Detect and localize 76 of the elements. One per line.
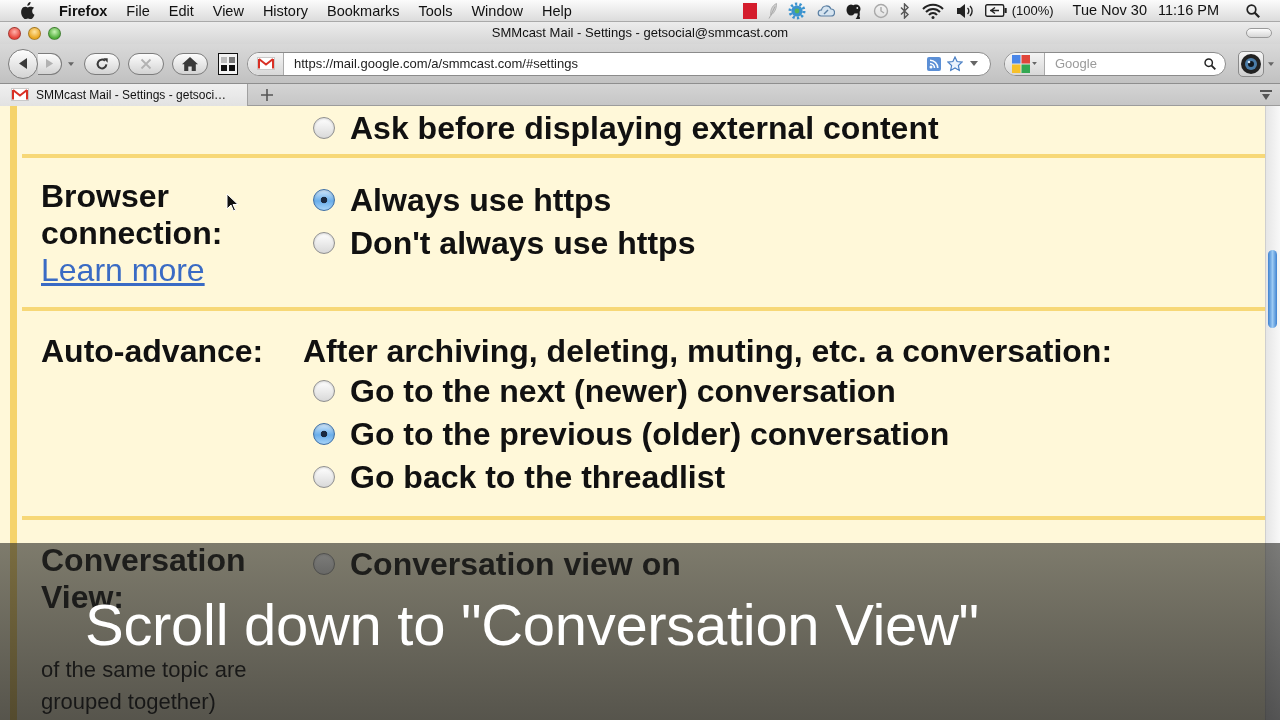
app-square-icon[interactable] xyxy=(742,2,757,19)
color-blocks-icon[interactable] xyxy=(1012,54,1030,73)
option-label[interactable]: Go to the next (newer) conversation xyxy=(350,370,896,411)
cloud-icon[interactable] xyxy=(816,2,835,19)
star-icon[interactable] xyxy=(947,55,963,72)
caret-icon[interactable] xyxy=(970,61,978,66)
left-triangle-icon xyxy=(18,58,28,69)
gear-icon[interactable] xyxy=(787,1,806,20)
option-label[interactable]: Don't always use https xyxy=(350,222,696,263)
reload-button[interactable] xyxy=(84,52,120,75)
toolbar-toggle-button[interactable] xyxy=(1246,28,1272,38)
menu-item[interactable]: Help xyxy=(542,0,572,22)
close-button[interactable] xyxy=(8,26,21,40)
radio-button[interactable] xyxy=(313,465,335,488)
search-bar[interactable]: Google xyxy=(1004,51,1226,76)
menu-item[interactable]: Window xyxy=(471,0,523,22)
address-bar[interactable]: https://mail.google.com/a/smmcast.com/#settings xyxy=(247,51,991,76)
setting-label: Auto-advance: xyxy=(41,333,264,369)
home-icon xyxy=(182,56,198,71)
elephant-icon[interactable] xyxy=(845,2,862,19)
grid-icon[interactable] xyxy=(218,52,238,75)
radio-button[interactable] xyxy=(313,422,335,445)
hint-text: of the same topic are grouped together) xyxy=(41,656,248,716)
tab-list-icon[interactable] xyxy=(1260,88,1272,101)
minimize-button[interactable] xyxy=(28,26,41,40)
speaker-icon[interactable] xyxy=(955,2,974,19)
wifi-icon[interactable] xyxy=(920,2,945,19)
menu-item[interactable]: Edit xyxy=(168,0,194,22)
menu-item[interactable]: Firefox xyxy=(59,0,108,22)
envelope-icon[interactable] xyxy=(256,57,275,70)
search-field[interactable]: Google xyxy=(1045,53,1204,74)
menu-item[interactable]: View xyxy=(212,0,244,22)
envelope-icon xyxy=(11,88,29,101)
menu-item[interactable]: Bookmarks xyxy=(327,0,400,22)
battery-percentage: (100%) xyxy=(1011,1,1054,20)
extension-button[interactable] xyxy=(1238,50,1264,77)
radio-button[interactable] xyxy=(313,379,335,402)
option-label[interactable]: Conversation view on xyxy=(350,543,681,584)
browser-tab[interactable]: SMMcast Mail - Settings - getsoci… xyxy=(0,83,248,106)
battery-icon[interactable] xyxy=(984,4,1007,17)
option-label[interactable]: Go to the previous (older) conversation xyxy=(350,413,950,454)
radio-button[interactable] xyxy=(313,117,335,139)
option-label[interactable]: Go back to the threadlist xyxy=(350,456,726,497)
scrollbar-thumb[interactable] xyxy=(1268,250,1277,328)
search-icon[interactable] xyxy=(1246,3,1260,18)
caret-icon[interactable] xyxy=(1032,62,1037,65)
menu-item[interactable]: History xyxy=(262,0,308,22)
rss-icon[interactable] xyxy=(927,56,941,71)
radio-button[interactable] xyxy=(313,188,335,211)
zoom-button[interactable] xyxy=(48,26,61,40)
option-label[interactable]: Always use https xyxy=(350,179,612,220)
plus-icon[interactable] xyxy=(261,88,273,101)
caret-icon[interactable] xyxy=(68,61,74,66)
search-icon[interactable] xyxy=(1204,57,1216,70)
caret-icon[interactable] xyxy=(1268,61,1274,66)
radio-button[interactable] xyxy=(313,552,335,575)
radio-button[interactable] xyxy=(313,231,335,254)
home-button[interactable] xyxy=(172,52,208,75)
cross-icon xyxy=(140,57,152,70)
menu-item[interactable]: File xyxy=(126,0,150,22)
bluetooth-icon[interactable] xyxy=(899,2,910,19)
back-button[interactable] xyxy=(8,48,38,79)
apple-icon[interactable] xyxy=(21,2,35,19)
reload-icon xyxy=(95,56,109,71)
option-label[interactable]: Ask before displaying external content xyxy=(350,108,939,148)
learn-more-link[interactable]: Learn more xyxy=(41,252,205,288)
setting-label: Browser connection: xyxy=(41,178,223,251)
menu-bar-clock[interactable]: 11:16 PM xyxy=(1158,0,1219,22)
url-field[interactable]: https://mail.google.com/a/smmcast.com/#settings xyxy=(284,53,927,74)
menu-bar-date[interactable]: Tue Nov 30 xyxy=(1072,0,1147,22)
menu-item[interactable]: Tools xyxy=(418,0,453,22)
right-triangle-icon xyxy=(45,59,54,68)
setting-description: After archiving, deleting, muting, etc. a conversation: xyxy=(303,333,1114,369)
lens-icon xyxy=(1241,53,1261,74)
window-title: SMMcast Mail - Settings - getsocial@smmcast.com xyxy=(491,24,789,43)
cursor-icon xyxy=(226,193,238,212)
